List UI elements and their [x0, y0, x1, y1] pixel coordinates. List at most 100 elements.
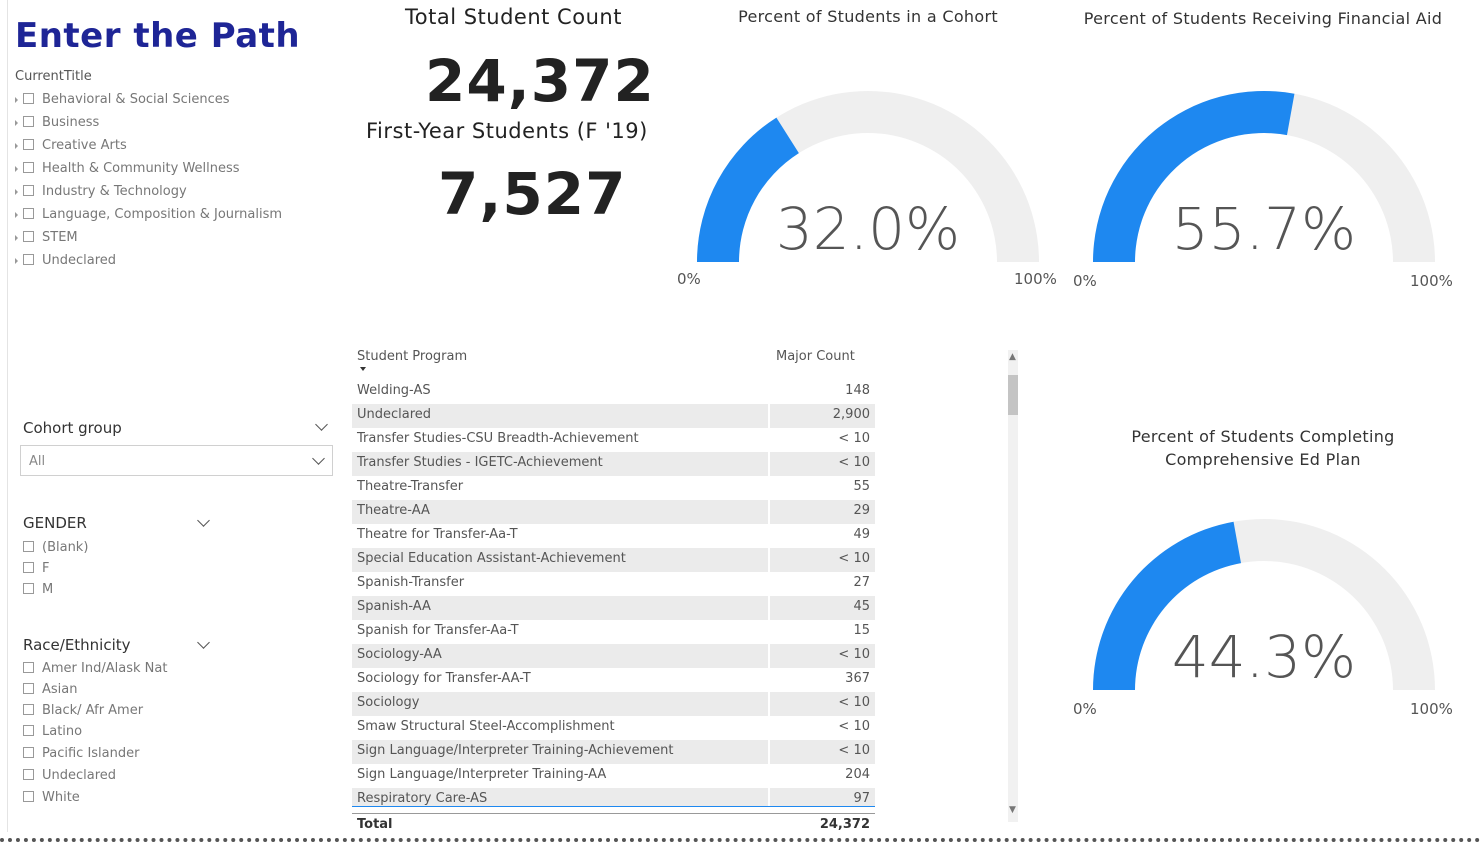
financial-aid-gauge-value: 55.7% [1171, 195, 1357, 263]
checkbox[interactable] [23, 162, 34, 173]
table-row[interactable]: Welding-AS 148 [352, 380, 875, 404]
race-option-latino[interactable]: Latino [23, 721, 82, 742]
gender-option-f[interactable]: F [23, 558, 49, 579]
program-cell: Sign Language/Interpreter Training-AA [357, 767, 607, 782]
scroll-down-icon[interactable]: ▼ [1009, 805, 1016, 815]
checkbox[interactable] [23, 662, 34, 673]
race-option-pacific[interactable]: Pacific Islander [23, 743, 139, 764]
checkbox[interactable] [23, 583, 34, 594]
scroll-up-icon[interactable]: ▲ [1009, 352, 1016, 362]
race-collapse-icon[interactable] [197, 636, 210, 649]
table-scrollbar[interactable] [1008, 350, 1018, 822]
table-row[interactable]: Respiratory Care-AS 97 [352, 788, 875, 807]
table-row[interactable]: Smaw Structural Steel-Accomplishment < 10 [352, 716, 875, 740]
table-row[interactable]: Sign Language/Interpreter Training-Achie… [352, 740, 875, 764]
expand-caret-icon[interactable] [15, 119, 18, 126]
tree-item-language[interactable]: Language, Composition & Journalism [15, 205, 282, 225]
column-divider [768, 764, 770, 788]
race-option-undeclared[interactable]: Undeclared [23, 765, 116, 786]
expand-caret-icon[interactable] [15, 165, 18, 172]
table-row[interactable]: Transfer Studies - IGETC-Achievement < 10 [352, 452, 875, 476]
table-row[interactable]: Theatre-AA 29 [352, 500, 875, 524]
program-cell: Spanish-Transfer [357, 575, 465, 590]
tree-item-behavioral[interactable]: Behavioral & Social Sciences [15, 90, 230, 110]
program-cell: Smaw Structural Steel-Accomplishment [357, 719, 615, 734]
column-divider [768, 428, 770, 452]
checkbox[interactable] [23, 541, 34, 552]
table-row[interactable]: Spanish-AA 45 [352, 596, 875, 620]
expand-caret-icon[interactable] [15, 211, 18, 218]
race-option-amer-ind[interactable]: Amer Ind/Alask Nat [23, 658, 167, 679]
table-row[interactable]: Special Education Assistant-Achievement <… [352, 548, 875, 572]
program-cell: Sociology-AA [357, 647, 442, 662]
table-row[interactable]: Sociology for Transfer-AA-T 367 [352, 668, 875, 692]
expand-caret-icon[interactable] [15, 142, 18, 149]
program-cell: Theatre-AA [357, 503, 430, 518]
col-header-student-program[interactable]: Student Program [357, 349, 467, 371]
first-year-value: 7,527 [438, 160, 627, 228]
program-cell: Spanish for Transfer-Aa-T [357, 623, 519, 638]
table-row[interactable]: Sociology < 10 [352, 692, 875, 716]
table-row[interactable]: Sign Language/Interpreter Training-AA 204 [352, 764, 875, 788]
checkbox[interactable] [23, 791, 34, 802]
col-header-major-count[interactable]: Major Count [776, 349, 855, 364]
gender-option-blank[interactable]: (Blank) [23, 537, 88, 558]
race-option-black[interactable]: Black/ Afr Amer [23, 700, 143, 721]
table-row[interactable]: Spanish-Transfer 27 [352, 572, 875, 596]
checkbox[interactable] [23, 747, 34, 758]
checkbox[interactable] [23, 139, 34, 150]
checkbox[interactable] [23, 116, 34, 127]
gender-option-m[interactable]: M [23, 579, 53, 600]
column-divider [768, 572, 770, 596]
program-cell: Special Education Assistant-Achievement [357, 551, 626, 566]
cohort-group-select[interactable]: All [20, 445, 333, 476]
race-option-asian[interactable]: Asian [23, 679, 77, 700]
checkbox[interactable] [23, 185, 34, 196]
tree-item-stem[interactable]: STEM [15, 228, 78, 248]
cohort-group-collapse-icon[interactable] [315, 418, 328, 431]
checkbox[interactable] [23, 725, 34, 736]
table-row[interactable]: Theatre-Transfer 55 [352, 476, 875, 500]
expand-caret-icon[interactable] [15, 96, 18, 103]
table-row[interactable]: Undeclared 2,900 [352, 404, 875, 428]
checkbox[interactable] [23, 562, 34, 573]
tree-item-undeclared[interactable]: Undeclared [15, 251, 116, 271]
ed-plan-gauge-title-line2: Comprehensive Ed Plan [1165, 450, 1361, 469]
program-cell: Theatre-Transfer [357, 479, 464, 494]
count-cell: < 10 [838, 647, 870, 662]
ed-plan-gauge-title: Percent of Students Completing Comprehen… [1088, 425, 1438, 471]
checkbox[interactable] [23, 93, 34, 104]
expand-caret-icon[interactable] [15, 188, 18, 195]
tree-item-health[interactable]: Health & Community Wellness [15, 159, 240, 179]
table-row[interactable]: Theatre for Transfer-Aa-T 49 [352, 524, 875, 548]
column-divider [768, 524, 770, 548]
checkbox[interactable] [23, 769, 34, 780]
tree-item-industry[interactable]: Industry & Technology [15, 182, 187, 202]
checkbox[interactable] [23, 208, 34, 219]
gender-collapse-icon[interactable] [197, 514, 210, 527]
count-cell: 204 [845, 767, 870, 782]
column-divider [768, 380, 770, 404]
table-scrollbar-thumb[interactable] [1008, 375, 1018, 415]
tree-item-creative-arts[interactable]: Creative Arts [15, 136, 127, 156]
checkbox[interactable] [23, 704, 34, 715]
cohort-group-selected: All [29, 454, 46, 469]
program-cell: Undeclared [357, 407, 432, 422]
checkbox[interactable] [23, 683, 34, 694]
column-divider [768, 716, 770, 740]
checkbox[interactable] [23, 231, 34, 242]
total-value: 24,372 [819, 817, 870, 832]
program-cell: Welding-AS [357, 383, 431, 398]
expand-caret-icon[interactable] [15, 257, 18, 264]
count-cell: < 10 [838, 719, 870, 734]
program-cell: Theatre for Transfer-Aa-T [357, 527, 518, 542]
page-title: Enter the Path [15, 16, 301, 56]
program-cell: Transfer Studies - IGETC-Achievement [357, 455, 603, 470]
race-option-white[interactable]: White [23, 787, 80, 808]
table-row[interactable]: Transfer Studies-CSU Breadth-Achievement… [352, 428, 875, 452]
table-row[interactable]: Spanish for Transfer-Aa-T 15 [352, 620, 875, 644]
expand-caret-icon[interactable] [15, 234, 18, 241]
checkbox[interactable] [23, 254, 34, 265]
tree-item-business[interactable]: Business [15, 113, 99, 133]
table-row[interactable]: Sociology-AA < 10 [352, 644, 875, 668]
